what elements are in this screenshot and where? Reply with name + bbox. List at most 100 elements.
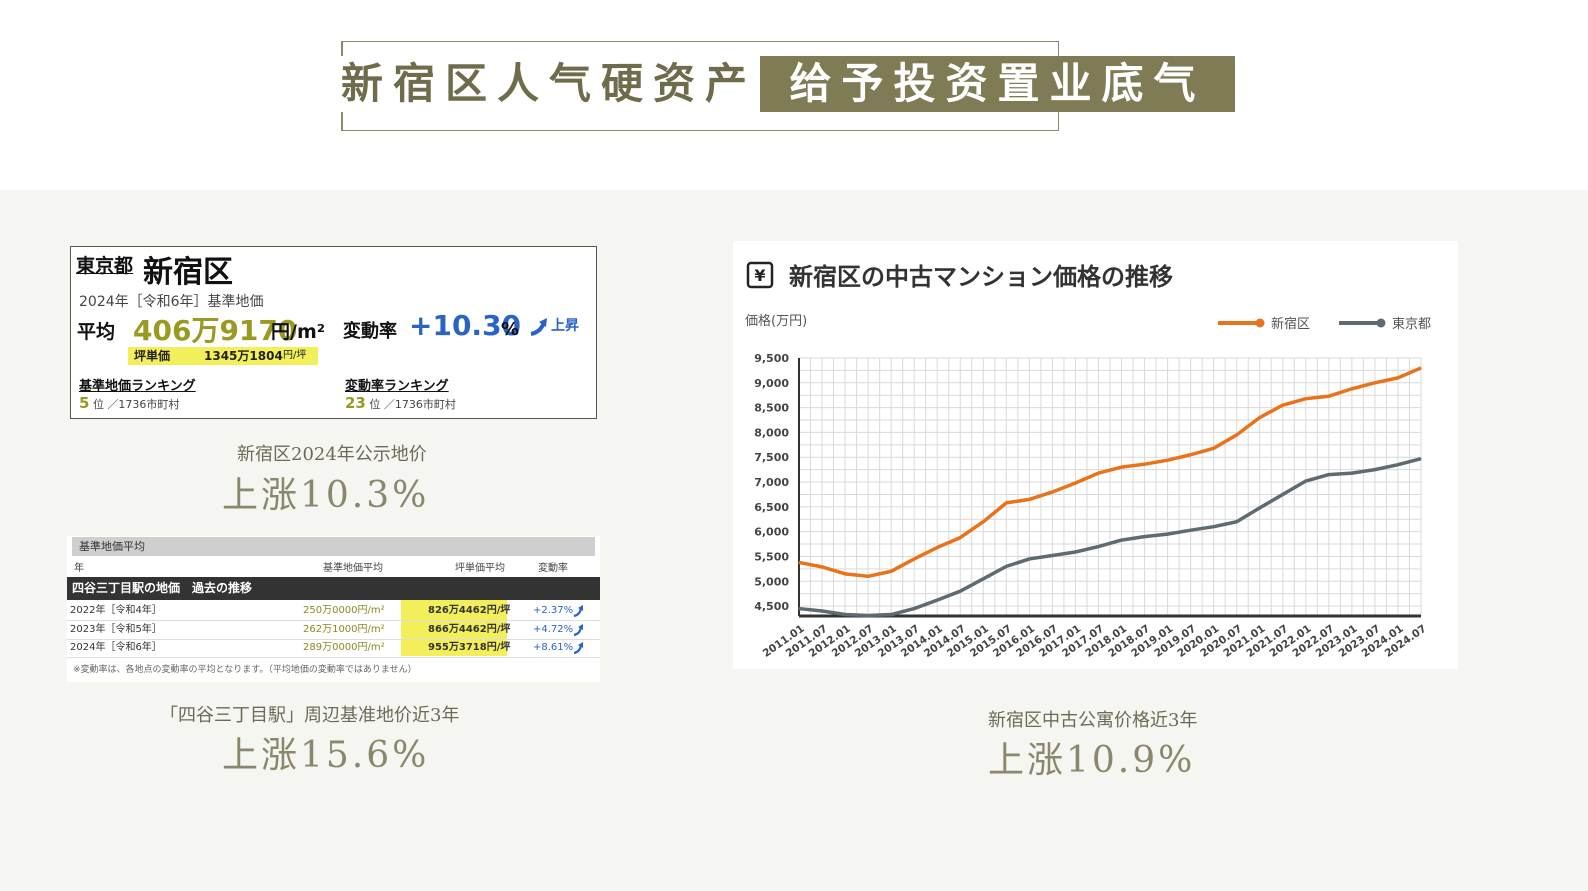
row-avg: 289万0000円/m²	[303, 642, 385, 653]
data-point	[1190, 529, 1192, 531]
row-avg: 262万1000円/m²	[303, 624, 385, 635]
y-tick-label: 5,000	[754, 575, 789, 588]
data-point	[844, 614, 846, 616]
data-point	[844, 573, 846, 575]
data-point	[1236, 434, 1238, 436]
data-point	[1213, 447, 1215, 449]
data-point	[821, 566, 823, 568]
data-point	[1282, 493, 1284, 495]
change-rate-ranking-link[interactable]: 変動率ランキング	[345, 375, 449, 394]
rising-arrow-icon	[573, 642, 583, 654]
row-avg: 250万0000円/m²	[303, 605, 385, 616]
data-point	[1097, 472, 1099, 474]
chart-legend: 新宿区 東京都	[1218, 316, 1431, 332]
table-footnote: ※変動率は、各地点の変動率の平均となります。（平均地価の変動率ではありません）	[73, 665, 417, 675]
legend-label: 新宿区	[1271, 316, 1310, 332]
data-point	[821, 610, 823, 612]
table-row: 2022年［令和4年］ 250万0000円/m² 826万4462円/坪 +2.…	[67, 602, 600, 621]
table-header-bar: 基準地価平均	[72, 537, 595, 556]
data-point	[1374, 469, 1376, 471]
y-tick-label: 7,000	[754, 476, 789, 489]
tsubo-value: 1345万1804	[204, 349, 283, 363]
avg-unit: 円/m²	[271, 321, 326, 343]
data-point	[1328, 395, 1330, 397]
data-point	[1051, 554, 1053, 556]
rank1-number: 5	[79, 394, 90, 412]
yen-icon: ¥	[746, 261, 774, 289]
data-point	[1213, 526, 1215, 528]
rising-arrow-icon	[530, 318, 547, 336]
y-tick-label: 5,500	[754, 550, 789, 563]
rate-up-label: 上昇	[551, 318, 579, 334]
data-point	[1282, 404, 1284, 406]
row-tsubo: 866万4462円/坪	[428, 624, 511, 635]
data-point	[1005, 502, 1007, 504]
data-point	[1144, 463, 1146, 465]
y-tick-label: 6,500	[754, 501, 789, 514]
data-point	[1236, 521, 1238, 523]
land-price-card: 東京都 新宿区 2024年［令和6年］基準地価 平均 406万9170 円/m²…	[70, 246, 597, 419]
station-price-table: 基準地価平均 年 基準地価平均 坪単価平均 変動率 四谷三丁目駅の地価 過去の推…	[67, 536, 600, 682]
x-ticks: 2011.012011.072012.012012.072013.012013.…	[761, 623, 1429, 660]
row-year: 2022年［令和4年］	[70, 605, 162, 616]
data-point	[1305, 480, 1307, 482]
data-point	[936, 547, 938, 549]
y-axis-label: 価格(万円)	[745, 313, 807, 329]
data-point	[1028, 558, 1030, 560]
data-point	[1051, 491, 1053, 493]
y-tick-label: 9,000	[754, 377, 789, 390]
data-point	[798, 608, 800, 610]
legend-label: 東京都	[1392, 316, 1431, 332]
data-point	[1005, 565, 1007, 567]
data-point	[1121, 466, 1123, 468]
y-tick-label: 8,000	[754, 426, 789, 439]
data-point	[867, 575, 869, 577]
data-point	[982, 521, 984, 523]
caption3-small: 新宿区中古公寓价格近3年	[988, 710, 1198, 731]
avg-label: 平均	[77, 321, 116, 343]
data-point	[1074, 551, 1076, 553]
data-point	[1074, 482, 1076, 484]
data-point	[890, 570, 892, 572]
row-tsubo: 955万3718円/坪	[428, 642, 511, 653]
data-point	[1190, 454, 1192, 456]
data-point	[1259, 417, 1261, 419]
data-point	[1351, 388, 1353, 390]
data-point	[1328, 474, 1330, 476]
tsubo-price-bar: 坪単価 1345万1804 円/坪	[128, 347, 318, 365]
year-label: 2024年［令和6年］基準地価	[79, 294, 264, 310]
rate-label: 変動率	[343, 321, 397, 342]
rising-arrow-icon	[573, 605, 583, 617]
table-title-bar: 四谷三丁目駅の地価 過去の推移	[67, 577, 600, 600]
data-point	[1420, 367, 1422, 369]
caption1-small: 新宿区2024年公示地价	[237, 444, 427, 465]
caption2-small: 「四谷三丁目駅」周辺基准地价近3年	[160, 705, 460, 726]
table-row: 2023年［令和5年］ 262万1000円/m² 866万4462円/坪 +4.…	[67, 621, 600, 640]
rank2-suffix: 位 ／1736市町村	[369, 398, 456, 411]
chart-title: 新宿区の中古マンション価格の推移	[789, 263, 1173, 291]
data-point	[1420, 458, 1422, 460]
data-point	[1374, 382, 1376, 384]
price-trend-chart: ¥ 新宿区の中古マンション価格の推移 価格(万円) 新宿区 東京都 4,500 5,…	[745, 261, 1431, 660]
change-rate-rank: 23 位 ／1736市町村	[345, 394, 456, 412]
col-rate: 変動率	[538, 563, 568, 574]
caption2-big: 上涨15.6%	[222, 735, 430, 776]
ward-label: 新宿区	[143, 255, 233, 290]
land-price-ranking-link[interactable]: 基準地価ランキング	[79, 375, 196, 394]
legend-marker	[1376, 318, 1386, 328]
tsubo-label: 坪単価	[134, 349, 171, 363]
y-tick-label: 9,500	[754, 352, 789, 365]
data-point	[959, 590, 961, 592]
data-point	[959, 537, 961, 539]
row-rate: +4.72%	[533, 624, 574, 635]
y-tick-label: 4,500	[754, 600, 789, 613]
tsubo-unit: 円/坪	[283, 350, 307, 361]
price-trend-chart-card: ¥ 新宿区の中古マンション価格の推移 価格(万円) 新宿区 東京都 4,500 5,…	[733, 241, 1458, 669]
data-point	[1167, 533, 1169, 535]
data-point	[913, 608, 915, 610]
svg-text:¥: ¥	[754, 266, 765, 285]
row-year: 2023年［令和5年］	[70, 624, 162, 635]
data-point	[1259, 507, 1261, 509]
data-point	[1121, 539, 1123, 541]
caption1-big: 上涨10.3%	[222, 475, 430, 516]
